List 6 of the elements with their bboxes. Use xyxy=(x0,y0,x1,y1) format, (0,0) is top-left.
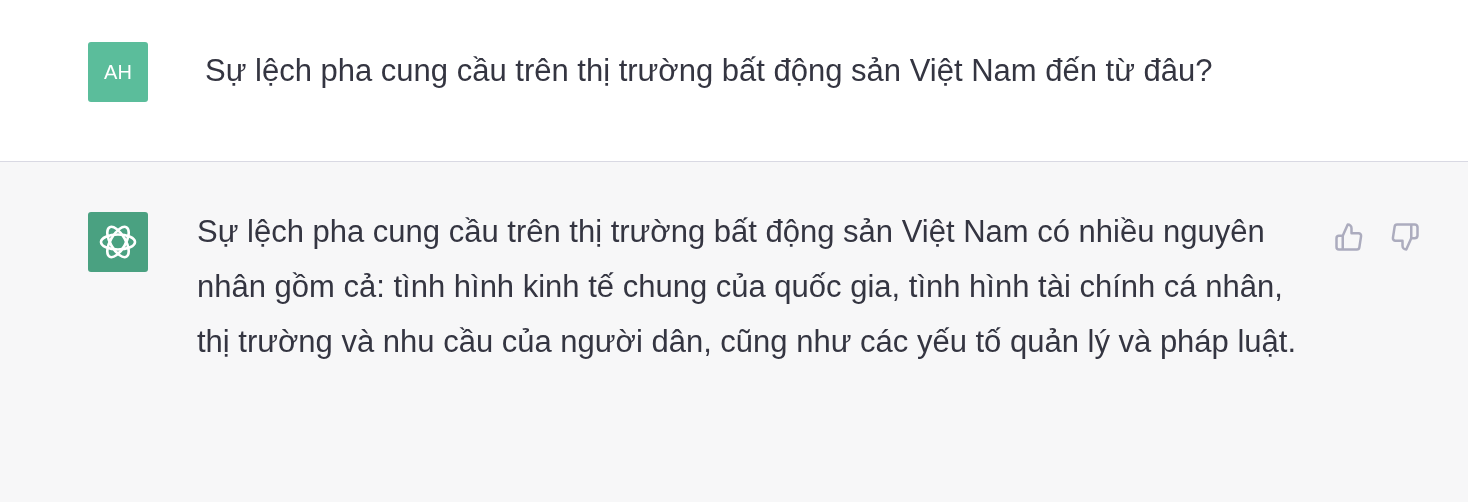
thumbs-down-icon[interactable] xyxy=(1390,222,1420,252)
user-avatar: AH xyxy=(88,42,148,102)
logo-icon xyxy=(88,212,148,272)
assistant-message: Sự lệch pha cung cầu trên thị trường bất động sản Việt Nam có nhiều nguyên nhân gồm cả: tình hình kinh tế chung của quốc gia, tình hình tài chính cá nhân, thị trường và nhu cầu của người dân, cũng như các yếu tố quản lý và pháp luật. xyxy=(197,213,1298,361)
user-message: Sự lệch pha cung cầu trên thị trường bất động sản Việt Nam đến từ đâu? xyxy=(205,52,1213,90)
thumbs-up-icon[interactable] xyxy=(1334,222,1364,252)
